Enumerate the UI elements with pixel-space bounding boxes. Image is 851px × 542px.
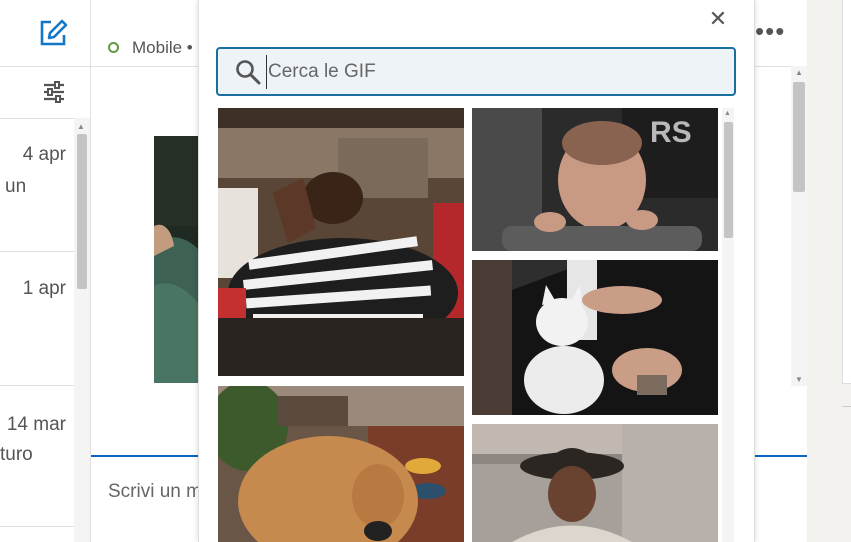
scrollbar-thumb[interactable] — [77, 134, 87, 289]
more-dots-icon: ••• — [755, 16, 786, 46]
close-icon: ✕ — [708, 6, 728, 31]
gif-result[interactable] — [218, 386, 464, 542]
side-divider — [842, 406, 851, 407]
gif-results-scrollbar[interactable]: ▲ — [722, 108, 734, 542]
gif-picker-dialog: ✕ Cerca le GIF RS ▲ — [198, 0, 755, 542]
conversation-item[interactable]: 1 apr — [0, 252, 74, 386]
conversation-list-scrollbar[interactable]: ▲ — [74, 118, 90, 542]
scroll-up-arrow-icon[interactable]: ▲ — [77, 122, 85, 131]
svg-text:RS: RS — [650, 116, 692, 149]
presence-status-text: Mobile • — [132, 38, 193, 57]
close-button[interactable]: ✕ — [705, 6, 731, 32]
scrollbar-thumb[interactable] — [793, 82, 805, 192]
conversation-item[interactable]: 4 apr un — [0, 118, 74, 252]
presence-status-icon — [108, 42, 119, 53]
compose-pencil-icon — [40, 19, 68, 46]
scroll-up-arrow-icon[interactable]: ▲ — [795, 68, 803, 77]
search-icon — [236, 60, 261, 85]
conversation-list: 4 apr un 1 apr 14 mar turo ▲ — [0, 0, 91, 542]
gif-result[interactable] — [218, 108, 464, 376]
filter-sliders-icon — [44, 81, 64, 103]
scrollbar-thumb[interactable] — [724, 122, 733, 238]
compose-button[interactable] — [0, 0, 90, 67]
conversation-date: 4 apr — [22, 144, 66, 165]
conversation-snippet: turo — [0, 444, 33, 465]
side-panel — [842, 0, 851, 384]
message-composer[interactable]: Scrivi un m — [108, 481, 202, 503]
gif-result[interactable] — [472, 424, 718, 542]
conversation-date: 14 mar — [6, 414, 66, 435]
conversation-item[interactable]: 14 mar turo — [0, 386, 74, 527]
more-options-button[interactable]: ••• — [755, 16, 785, 46]
conversation-snippet: un — [5, 176, 27, 197]
filter-button[interactable] — [0, 66, 90, 119]
scroll-down-arrow-icon[interactable]: ▼ — [795, 375, 803, 384]
gif-result[interactable]: RS — [472, 108, 718, 251]
conversation-date: 1 apr — [22, 278, 66, 299]
gif-search-input[interactable] — [266, 55, 720, 89]
conversation-scrollbar[interactable]: ▲ ▼ — [791, 66, 807, 386]
gif-result[interactable] — [472, 260, 718, 415]
scroll-up-arrow-icon[interactable]: ▲ — [724, 110, 731, 117]
gif-search-box[interactable] — [216, 47, 736, 96]
shared-image[interactable] — [154, 136, 204, 383]
